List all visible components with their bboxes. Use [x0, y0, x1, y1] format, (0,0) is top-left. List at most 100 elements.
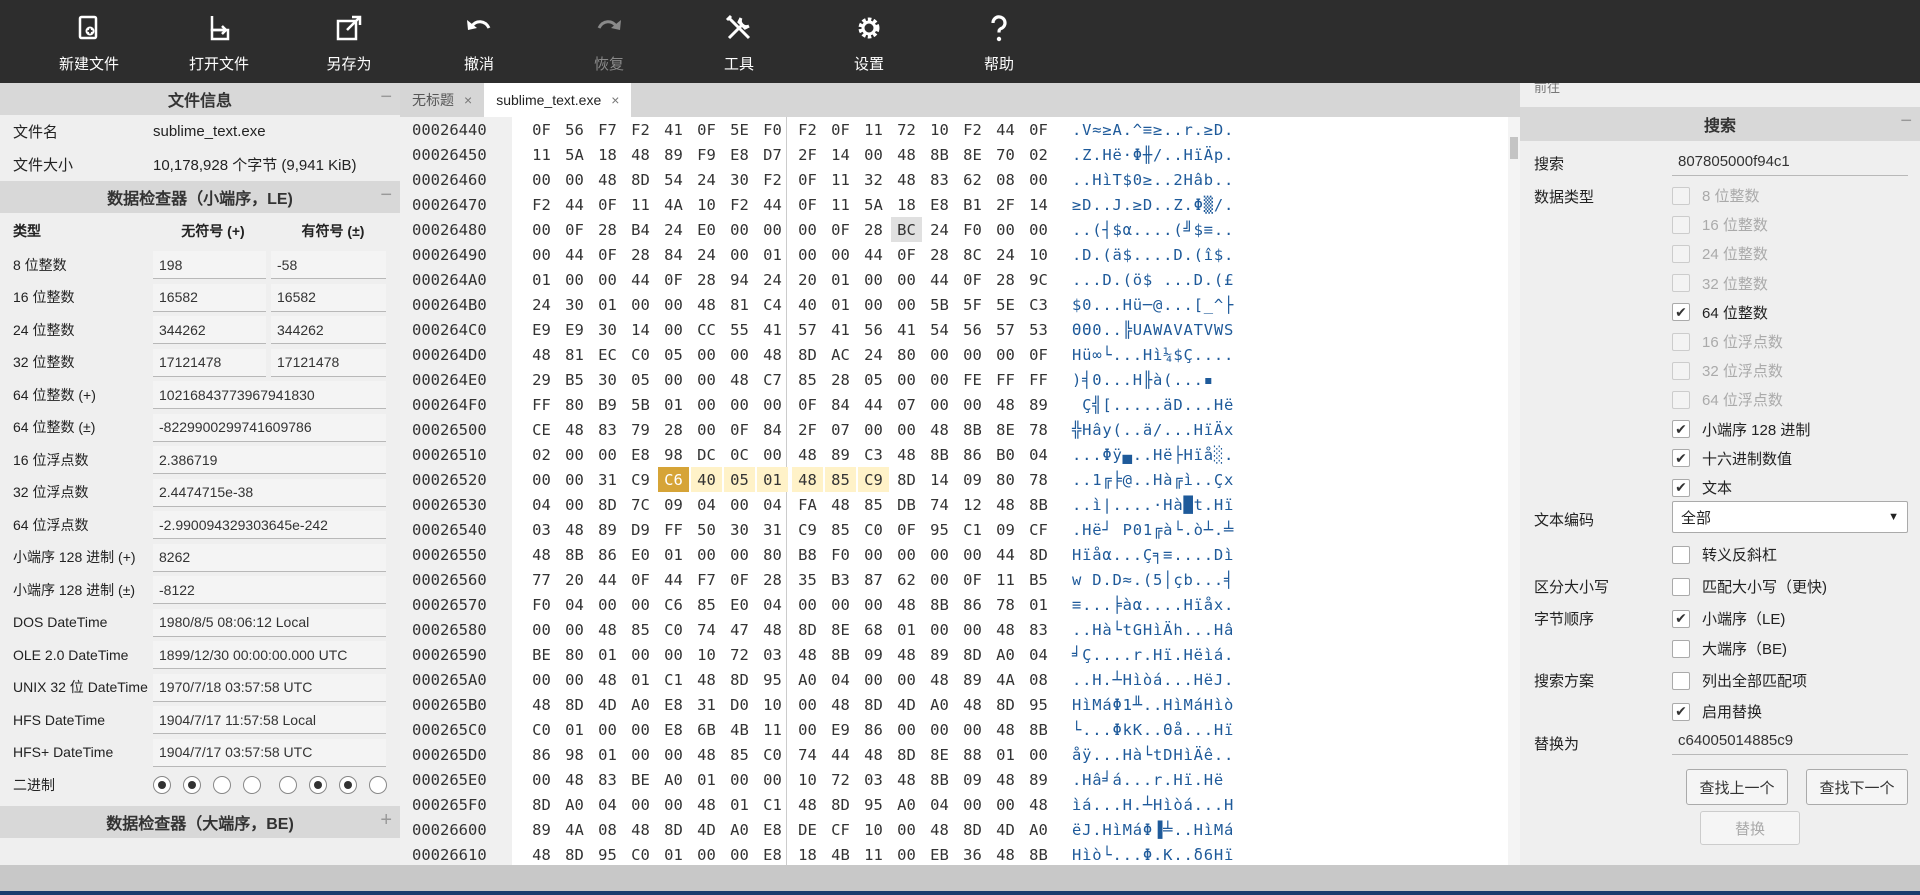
- hex-byte[interactable]: 01: [526, 267, 557, 292]
- scheme-replace-checkbox[interactable]: ✔: [1672, 702, 1690, 721]
- hex-byte[interactable]: C9: [858, 467, 889, 492]
- tab-inactive[interactable]: 无标题 ×: [400, 83, 484, 117]
- datatype-checkbox[interactable]: [1672, 186, 1690, 205]
- hex-byte[interactable]: 00: [724, 767, 755, 792]
- hex-byte[interactable]: A0: [924, 692, 955, 717]
- hex-byte[interactable]: 44: [858, 392, 889, 417]
- hex-byte[interactable]: FF: [658, 517, 689, 542]
- hex-byte[interactable]: 81: [559, 342, 590, 367]
- hex-byte[interactable]: 8B: [559, 542, 590, 567]
- hex-byte[interactable]: 30: [724, 517, 755, 542]
- collapse-icon[interactable]: −: [380, 86, 392, 109]
- hex-byte[interactable]: CF: [1023, 517, 1054, 542]
- inspector-value-field[interactable]: 8262: [153, 543, 386, 572]
- hex-text[interactable]: $0...Hü─@...[_^├: [1072, 296, 1234, 314]
- replace-button[interactable]: 替换: [1700, 811, 1800, 845]
- hex-text[interactable]: ..(┤$α....(╝$≡..: [1072, 221, 1234, 239]
- vertical-scrollbar[interactable]: [1508, 117, 1520, 865]
- hex-byte[interactable]: 89: [825, 442, 856, 467]
- hex-byte[interactable]: 86: [526, 742, 557, 767]
- hex-byte[interactable]: CF: [825, 817, 856, 842]
- hex-byte[interactable]: 00: [891, 267, 922, 292]
- hex-byte[interactable]: 0F: [592, 192, 623, 217]
- hex-byte[interactable]: 7C: [625, 492, 656, 517]
- toolbar-button-save-as[interactable]: 另存为: [284, 0, 414, 83]
- hex-byte[interactable]: 48: [592, 617, 623, 642]
- hex-byte[interactable]: 04: [757, 592, 788, 617]
- hex-byte[interactable]: 00: [724, 842, 755, 867]
- hex-text[interactable]: ╬Hây(..ä/...HïÄx: [1072, 421, 1234, 439]
- hex-byte[interactable]: 48: [592, 667, 623, 692]
- hex-byte[interactable]: 80: [757, 542, 788, 567]
- hex-byte[interactable]: 00: [658, 742, 689, 767]
- hex-byte[interactable]: A0: [1023, 817, 1054, 842]
- hex-byte[interactable]: 24: [757, 267, 788, 292]
- hex-byte[interactable]: 00: [891, 667, 922, 692]
- hex-byte[interactable]: 28: [858, 217, 889, 242]
- hex-byte[interactable]: 0F: [592, 242, 623, 267]
- hex-byte[interactable]: E9: [526, 317, 557, 342]
- hex-byte[interactable]: 00: [957, 392, 988, 417]
- hex-byte[interactable]: 04: [592, 792, 623, 817]
- hex-byte[interactable]: BE: [526, 642, 557, 667]
- datatype-checkbox[interactable]: [1672, 215, 1690, 234]
- hex-text[interactable]: .Hâ╛á...r.Hï.Hë: [1072, 771, 1224, 789]
- hex-byte[interactable]: 88: [957, 742, 988, 767]
- hex-byte[interactable]: 24: [658, 217, 689, 242]
- hex-byte[interactable]: 01: [757, 467, 788, 492]
- hex-byte[interactable]: 07: [891, 392, 922, 417]
- hex-byte[interactable]: 00: [1023, 167, 1054, 192]
- hex-byte[interactable]: C1: [757, 792, 788, 817]
- hex-byte[interactable]: E0: [625, 542, 656, 567]
- hex-byte[interactable]: 44: [825, 742, 856, 767]
- hex-byte[interactable]: 8B: [1023, 842, 1054, 867]
- hex-byte[interactable]: 00: [957, 717, 988, 742]
- hex-byte[interactable]: 77: [526, 567, 557, 592]
- datatype-option[interactable]: 8 位整数: [1672, 185, 1760, 206]
- hex-byte[interactable]: 00: [625, 742, 656, 767]
- hex-text[interactable]: ..ì|....·Hà█t.Hï: [1072, 496, 1234, 514]
- hex-byte[interactable]: 48: [559, 767, 590, 792]
- hex-byte[interactable]: 29: [526, 367, 557, 392]
- hex-byte[interactable]: 04: [691, 492, 722, 517]
- file-info-header[interactable]: 文件信息 −: [0, 83, 400, 115]
- hex-byte[interactable]: 11: [625, 192, 656, 217]
- hex-byte[interactable]: 48: [990, 617, 1021, 642]
- order-le-row[interactable]: ✔ 小端序（LE): [1672, 608, 1785, 629]
- hex-byte[interactable]: A0: [724, 817, 755, 842]
- hex-byte[interactable]: 03: [858, 767, 889, 792]
- hex-byte[interactable]: 48: [924, 417, 955, 442]
- hex-byte[interactable]: 48: [526, 692, 557, 717]
- hex-byte[interactable]: A0: [625, 692, 656, 717]
- hex-byte[interactable]: B0: [990, 442, 1021, 467]
- hex-byte[interactable]: 00: [691, 342, 722, 367]
- hex-byte[interactable]: 48: [990, 392, 1021, 417]
- hex-byte[interactable]: 0F: [625, 567, 656, 592]
- hex-byte[interactable]: 03: [526, 517, 557, 542]
- hex-byte[interactable]: F2: [625, 117, 656, 142]
- hex-byte[interactable]: 4A: [990, 667, 1021, 692]
- hex-byte[interactable]: B3: [825, 567, 856, 592]
- hex-byte[interactable]: 48: [559, 517, 590, 542]
- hex-byte[interactable]: 72: [825, 767, 856, 792]
- hex-byte[interactable]: 2F: [792, 142, 823, 167]
- hex-byte[interactable]: 0F: [658, 267, 689, 292]
- bit-toggle[interactable]: [279, 776, 297, 795]
- inspector-le-header[interactable]: 数据检查器（小端序，LE) −: [0, 181, 400, 213]
- hex-byte[interactable]: 48: [792, 442, 823, 467]
- hex-text[interactable]: w D.D≈.(5│çb...╡: [1072, 571, 1234, 589]
- hex-byte[interactable]: 30: [559, 292, 590, 317]
- hex-byte[interactable]: 4B: [825, 842, 856, 867]
- hex-byte[interactable]: 8E: [990, 417, 1021, 442]
- hex-text[interactable]: ΘΘ0..╠UAWAVATVWS: [1072, 321, 1234, 339]
- hex-byte[interactable]: F2: [526, 192, 557, 217]
- hex-byte[interactable]: F9: [691, 142, 722, 167]
- hex-text[interactable]: Hìò└...Φ.K..δ6Hï: [1072, 846, 1234, 864]
- hex-byte[interactable]: 24: [990, 242, 1021, 267]
- hex-byte[interactable]: C0: [858, 517, 889, 542]
- hex-byte[interactable]: 09: [858, 642, 889, 667]
- hex-byte[interactable]: 84: [658, 242, 689, 267]
- hex-byte[interactable]: 2F: [792, 417, 823, 442]
- hex-byte[interactable]: 48: [592, 167, 623, 192]
- hex-byte[interactable]: 35: [792, 567, 823, 592]
